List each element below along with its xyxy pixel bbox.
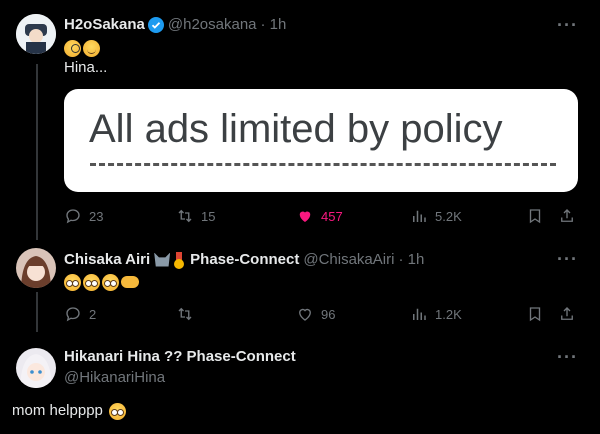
reply-count: 23 — [89, 208, 104, 224]
monocle-face-emoji — [64, 39, 81, 57]
retweet-icon — [178, 307, 192, 321]
views-icon — [413, 210, 426, 222]
author-name[interactable]: Hikanari Hina ?? Phase-Connect — [64, 348, 296, 365]
avatar[interactable] — [16, 348, 56, 388]
retweet-button[interactable]: 15 — [176, 207, 215, 225]
share-button[interactable] — [558, 207, 576, 225]
reply-icon — [66, 209, 80, 224]
tweet-hikanari-hina[interactable]: Hikanari Hina ?? Phase-Connect @Hikanari… — [0, 340, 600, 434]
tweet-text: Hina... — [64, 59, 108, 76]
tweet-emojis — [64, 38, 102, 58]
action-bar: 2 96 1.2K — [64, 304, 584, 324]
author-handle[interactable]: @h2osakana — [168, 16, 257, 33]
wolf-emoji — [154, 252, 171, 267]
views-button[interactable]: 1.2K — [410, 305, 462, 323]
views-button[interactable]: 5.2K — [410, 207, 462, 225]
bookmark-icon — [529, 209, 541, 224]
avatar[interactable] — [16, 248, 56, 288]
pleading-face-emoji — [102, 273, 119, 291]
media-caption: All ads limited by policy — [89, 107, 503, 151]
handshake-emoji — [121, 276, 139, 289]
avatar[interactable] — [16, 14, 56, 54]
timestamp[interactable]: · 1h — [261, 16, 287, 33]
like-count: 96 — [321, 306, 336, 322]
tweet-subheader: @HikanariHina — [64, 369, 165, 386]
more-icon[interactable]: ··· — [557, 250, 578, 268]
pleading-face-emoji — [83, 273, 100, 291]
share-button[interactable] — [558, 305, 576, 323]
reply-button[interactable]: 23 — [64, 207, 103, 225]
reply-button[interactable]: 2 — [64, 305, 96, 323]
tweet-media-image[interactable]: All ads limited by policy — [64, 89, 578, 192]
reply-icon — [66, 307, 80, 322]
tweet-header: Chisaka Airi Phase-Connect @ChisakaAiri … — [64, 251, 424, 269]
dashed-underline — [90, 163, 556, 166]
tweet-header: Hikanari Hina ?? Phase-Connect — [64, 348, 296, 365]
pleading-face-emoji — [109, 402, 127, 420]
more-icon[interactable]: ··· — [557, 16, 578, 34]
timestamp[interactable]: · 1h — [398, 251, 424, 268]
author-name[interactable]: H2oSakana — [64, 16, 145, 33]
reply-count: 2 — [89, 306, 97, 322]
author-name-suffix[interactable]: Phase-Connect — [190, 251, 299, 268]
slightly-smiling-emoji — [83, 39, 100, 57]
verified-badge-icon — [147, 16, 164, 33]
like-count: 457 — [321, 208, 343, 224]
action-bar: 23 15 457 5.2K — [64, 206, 584, 226]
more-icon[interactable]: ··· — [557, 348, 578, 366]
medal-emoji — [174, 251, 185, 269]
bookmark-button[interactable] — [526, 305, 544, 323]
retweet-icon — [178, 209, 192, 223]
tweet-text-row: mom helpppp — [12, 401, 128, 421]
views-count: 5.2K — [435, 208, 462, 224]
tweet-chisaka-airi[interactable]: Chisaka Airi Phase-Connect @ChisakaAiri … — [0, 240, 600, 340]
retweet-count: 15 — [201, 208, 216, 224]
like-button[interactable]: 96 — [296, 305, 335, 323]
tweet-emojis — [64, 272, 139, 292]
tweet-header: H2oSakana @h2osakana · 1h — [64, 16, 286, 33]
heart-icon — [299, 308, 311, 321]
share-icon — [561, 307, 573, 320]
views-icon — [413, 308, 426, 320]
bookmark-button[interactable] — [526, 207, 544, 225]
bookmark-icon — [529, 307, 541, 322]
heart-icon — [299, 211, 311, 222]
author-name[interactable]: Chisaka Airi — [64, 251, 150, 268]
author-handle[interactable]: @ChisakaAiri — [303, 251, 394, 268]
retweet-button[interactable] — [176, 305, 201, 323]
tweet-h2osakana[interactable]: H2oSakana @h2osakana · 1h ··· Hina... Al… — [0, 0, 600, 240]
share-icon — [561, 209, 573, 222]
tweet-text: mom helpppp — [12, 402, 103, 419]
like-button[interactable]: 457 — [296, 207, 343, 225]
author-handle[interactable]: @HikanariHina — [64, 369, 165, 386]
pleading-face-emoji — [64, 273, 81, 291]
views-count: 1.2K — [435, 306, 462, 322]
